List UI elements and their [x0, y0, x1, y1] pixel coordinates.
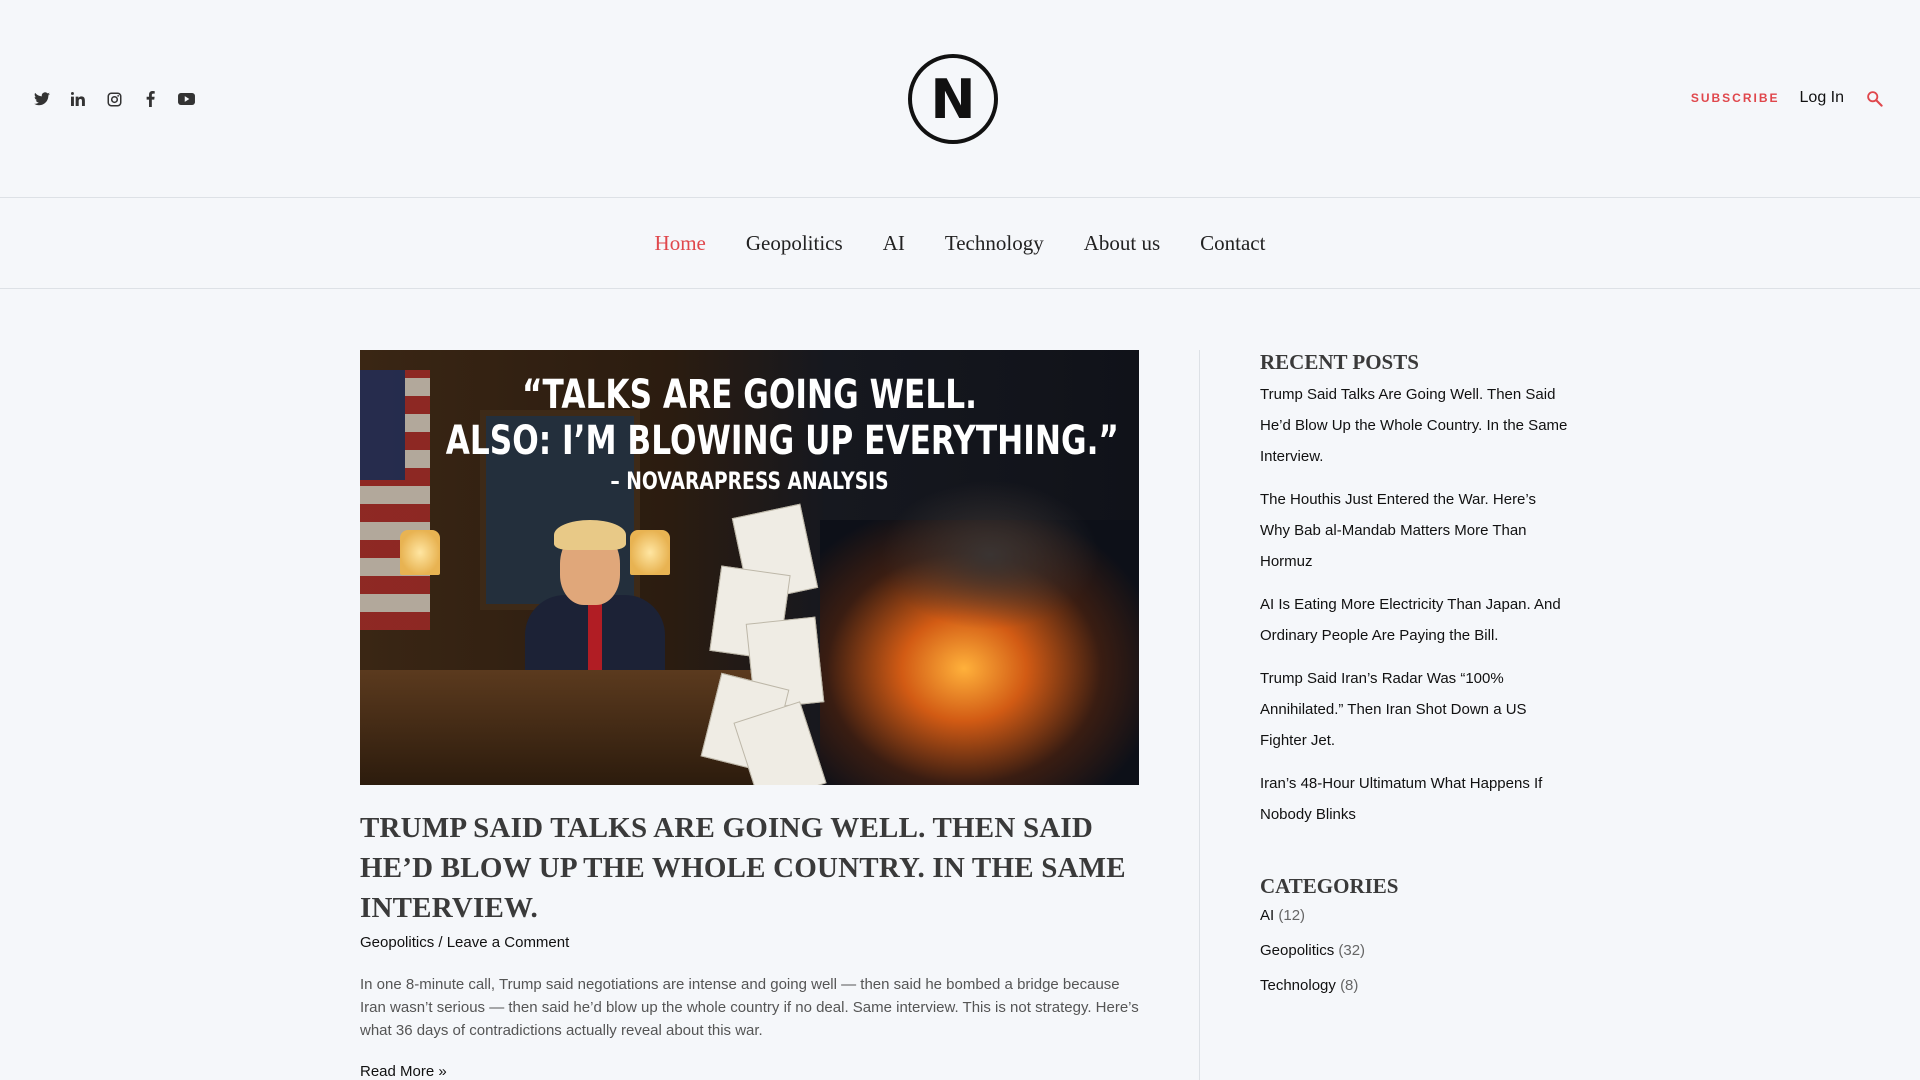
category-count: (32): [1338, 942, 1366, 959]
category-link-geopolitics[interactable]: Geopolitics: [1260, 942, 1334, 959]
recent-post-link[interactable]: The Houthis Just Entered the War. Here’s…: [1260, 484, 1570, 577]
read-more-link[interactable]: Read More »: [360, 1063, 447, 1080]
category-link-ai[interactable]: AI: [1260, 907, 1274, 924]
image-headline-line-3: – NOVARAPRESS ANALYSIS: [610, 467, 889, 495]
instagram-icon[interactable]: [104, 89, 124, 109]
search-icon[interactable]: [1864, 88, 1884, 108]
meta-separator: /: [434, 934, 447, 951]
recent-post-link[interactable]: Trump Said Iran’s Radar Was “100% Annihi…: [1260, 663, 1570, 756]
facebook-icon[interactable]: [140, 89, 160, 109]
categories-list: AI (12) Geopolitics (32) Technology (8): [1260, 905, 1570, 997]
social-links: [32, 89, 196, 109]
nav-item-home[interactable]: Home: [655, 231, 706, 256]
post-category-link[interactable]: Geopolitics: [360, 934, 434, 951]
category-count: (8): [1340, 977, 1359, 994]
category-count: (12): [1278, 907, 1306, 924]
lamp-illustration: [630, 530, 670, 575]
login-link[interactable]: Log In: [1800, 89, 1844, 107]
sidebar-divider: [1199, 350, 1200, 1080]
recent-posts-title: RECENT POSTS: [1260, 350, 1419, 374]
linkedin-icon[interactable]: [68, 89, 88, 109]
subscribe-link[interactable]: SUBSCRIBE: [1691, 91, 1780, 105]
image-headline-line-2: ALSO: I’M BLOWING UP EVERYTHING.”: [445, 418, 1119, 464]
recent-posts-list: Trump Said Talks Are Going Well. Then Sa…: [1260, 379, 1570, 830]
nav-item-about-us[interactable]: About us: [1084, 231, 1160, 256]
recent-post-link[interactable]: Trump Said Talks Are Going Well. Then Sa…: [1260, 379, 1570, 472]
leave-comment-link[interactable]: Leave a Comment: [447, 934, 570, 951]
image-headline: “TALKS ARE GOING WELL. ALSO: I’M BLOWING…: [360, 372, 1139, 498]
site-logo[interactable]: N: [908, 54, 998, 144]
list-item: AI Is Eating More Electricity Than Japan…: [1260, 589, 1570, 651]
list-item: Geopolitics (32): [1260, 940, 1570, 962]
site-header: N SUBSCRIBE Log In: [0, 0, 1920, 198]
categories-title: CATEGORIES: [1260, 874, 1399, 898]
main-nav: Home Geopolitics AI Technology About us …: [0, 199, 1920, 289]
nav-item-contact[interactable]: Contact: [1200, 231, 1265, 256]
sidebar: RECENT POSTS Trump Said Talks Are Going …: [1260, 350, 1570, 1010]
list-item: AI (12): [1260, 905, 1570, 927]
papers-illustration: [700, 503, 827, 785]
smoke-illustration: [880, 480, 1100, 630]
recent-post-link[interactable]: Iran’s 48-Hour Ultimatum What Happens If…: [1260, 768, 1570, 830]
header-actions: SUBSCRIBE Log In: [1691, 88, 1884, 108]
featured-image[interactable]: “TALKS ARE GOING WELL. ALSO: I’M BLOWING…: [360, 350, 1139, 785]
nav-item-technology[interactable]: Technology: [945, 231, 1044, 256]
list-item: The Houthis Just Entered the War. Here’s…: [1260, 484, 1570, 577]
list-item: Technology (8): [1260, 975, 1570, 997]
list-item: Iran’s 48-Hour Ultimatum What Happens If…: [1260, 768, 1570, 830]
youtube-icon[interactable]: [176, 89, 196, 109]
post-excerpt: In one 8-minute call, Trump said negotia…: [360, 976, 1139, 1039]
list-item: Trump Said Iran’s Radar Was “100% Annihi…: [1260, 663, 1570, 756]
twitter-icon[interactable]: [32, 89, 52, 109]
image-headline-line-1: “TALKS ARE GOING WELL.: [522, 372, 977, 418]
lamp-illustration: [400, 530, 440, 575]
recent-post-link[interactable]: AI Is Eating More Electricity Than Japan…: [1260, 589, 1570, 651]
post-title[interactable]: Trump Said Talks Are Going Well. Then Sa…: [360, 808, 1160, 928]
nav-item-geopolitics[interactable]: Geopolitics: [746, 231, 843, 256]
category-link-technology[interactable]: Technology: [1260, 977, 1336, 994]
tie-illustration: [588, 600, 602, 670]
logo-letter: N: [930, 67, 976, 131]
nav-item-ai[interactable]: AI: [883, 231, 905, 256]
list-item: Trump Said Talks Are Going Well. Then Sa…: [1260, 379, 1570, 472]
person-hair-illustration: [554, 520, 626, 550]
post-meta: Geopolitics / Leave a Comment: [360, 934, 569, 951]
